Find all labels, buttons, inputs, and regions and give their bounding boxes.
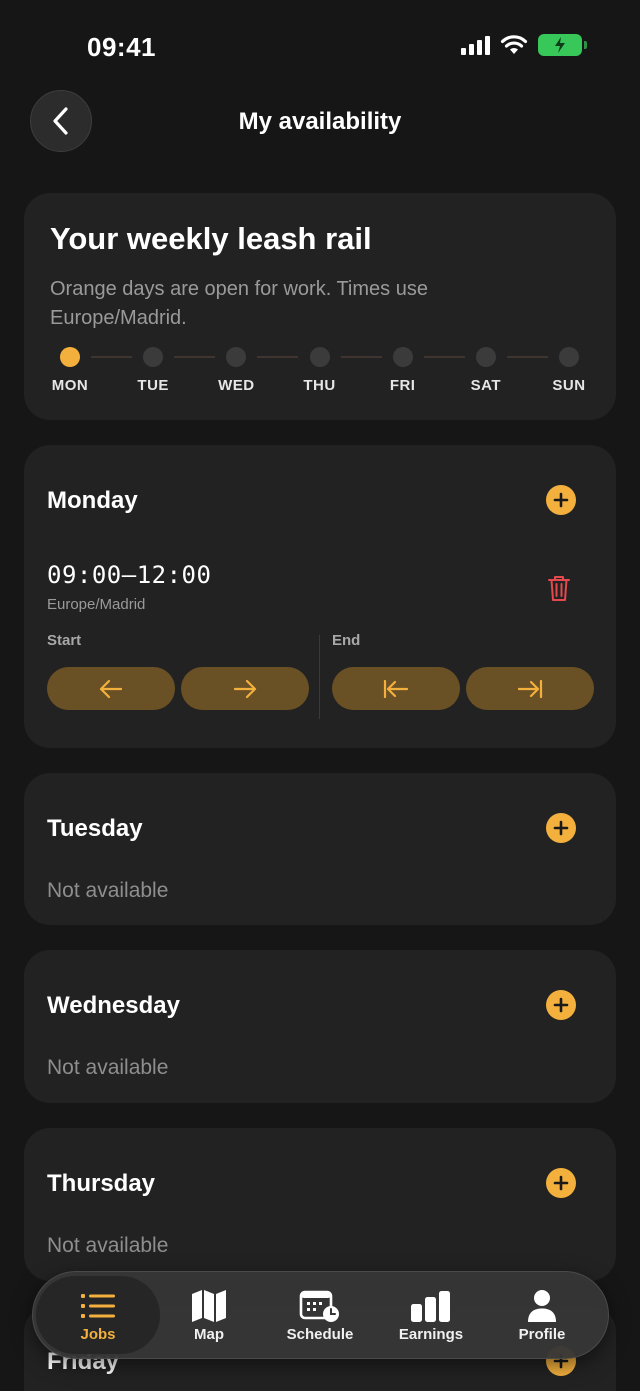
tab-jobs-label: Jobs — [80, 1326, 116, 1343]
page-title: My availability — [238, 108, 402, 135]
weekly-rail: MON TUE WED THU FRI SAT SUN — [24, 343, 616, 403]
rail-label-thu: THU — [303, 377, 336, 394]
slot-time-range: 09:00–12:00 — [47, 561, 212, 589]
arrow-right-to-line-icon — [517, 679, 543, 698]
status-icons — [461, 34, 587, 56]
status-time: 09:41 — [87, 32, 156, 62]
tuesday-status: Not available — [47, 879, 169, 902]
end-label: End — [332, 632, 361, 649]
add-slot-thursday-button[interactable] — [546, 1168, 576, 1198]
tab-schedule-label: Schedule — [286, 1326, 354, 1343]
rail-connector — [506, 356, 548, 358]
rail-label-mon: MON — [51, 377, 89, 394]
battery-charging-icon — [538, 34, 587, 56]
add-slot-wednesday-button[interactable] — [546, 990, 576, 1020]
weekly-rail-card: Your weekly leash rail Orange days are o… — [24, 193, 616, 420]
rail-dot-tue[interactable] — [143, 347, 164, 367]
rail-label-wed: WED — [218, 377, 255, 394]
end-later-button[interactable] — [466, 667, 594, 710]
rail-dot-sat[interactable] — [475, 347, 496, 367]
header: My availability — [0, 90, 640, 156]
wednesday-title: Wednesday — [47, 992, 180, 1019]
status-bar: 09:41 — [0, 0, 640, 96]
rail-label-sat: SAT — [470, 377, 502, 394]
thursday-status: Not available — [47, 1234, 169, 1257]
cellular-signal-icon — [461, 35, 490, 55]
arrow-right-icon — [233, 679, 257, 698]
wifi-icon — [500, 35, 528, 54]
tab-map-label: Map — [194, 1326, 224, 1343]
tuesday-card: Tuesday Not available — [24, 773, 616, 925]
thursday-card: Thursday Not available — [24, 1128, 616, 1281]
plus-icon — [553, 997, 569, 1013]
plus-icon — [553, 820, 569, 836]
rail-connector — [257, 356, 299, 358]
bar-chart-icon — [411, 1291, 450, 1322]
map-icon — [192, 1290, 226, 1322]
calendar-clock-icon — [299, 1290, 339, 1322]
wednesday-card: Wednesday Not available — [24, 950, 616, 1103]
arrow-left-to-line-icon — [383, 679, 409, 698]
rail-label-fri: FRI — [389, 377, 416, 394]
add-slot-tuesday-button[interactable] — [546, 813, 576, 843]
adjust-divider — [319, 635, 320, 719]
monday-title: Monday — [47, 487, 138, 514]
person-icon — [528, 1290, 556, 1322]
tab-bar: Jobs Map Schedule Earnings Profile — [32, 1271, 609, 1359]
arrow-left-icon — [99, 679, 123, 698]
rail-dot-fri[interactable] — [392, 347, 413, 367]
tab-map[interactable]: Map — [147, 1276, 271, 1354]
rail-connector — [340, 356, 382, 358]
wednesday-status: Not available — [47, 1056, 169, 1079]
rail-dot-wed[interactable] — [226, 347, 247, 367]
rail-connector — [91, 356, 133, 358]
rail-connector — [174, 356, 216, 358]
rail-dot-mon[interactable] — [60, 347, 80, 367]
rail-dot-thu[interactable] — [309, 347, 330, 367]
rail-description: Orange days are open for work. Times use… — [50, 278, 428, 329]
plus-icon — [553, 492, 569, 508]
tab-profile-label: Profile — [518, 1326, 566, 1343]
rail-title: Your weekly leash rail — [50, 221, 372, 256]
rail-dot-sun[interactable] — [559, 347, 579, 367]
start-earlier-button[interactable] — [47, 667, 175, 710]
tuesday-title: Tuesday — [47, 815, 143, 842]
thursday-title: Thursday — [47, 1170, 156, 1197]
start-later-button[interactable] — [181, 667, 309, 710]
trash-icon — [548, 576, 570, 601]
rail-label-tue: TUE — [137, 377, 169, 394]
add-slot-monday-button[interactable] — [546, 485, 576, 515]
tab-earnings-label: Earnings — [398, 1326, 464, 1343]
slot-timezone: Europe/Madrid — [47, 596, 146, 613]
delete-slot-button[interactable] — [544, 573, 574, 603]
tab-jobs[interactable]: Jobs — [36, 1276, 160, 1354]
tab-schedule[interactable]: Schedule — [258, 1276, 382, 1354]
start-label: Start — [47, 632, 82, 649]
plus-icon — [553, 1175, 569, 1191]
tab-earnings[interactable]: Earnings — [369, 1276, 493, 1354]
list-icon — [81, 1294, 115, 1318]
end-earlier-button[interactable] — [332, 667, 460, 710]
monday-card: Monday 09:00–12:00 Europe/Madrid Start E… — [24, 445, 616, 748]
rail-connector — [423, 356, 465, 358]
tab-profile[interactable]: Profile — [480, 1276, 604, 1354]
rail-label-sun: SUN — [552, 377, 586, 394]
